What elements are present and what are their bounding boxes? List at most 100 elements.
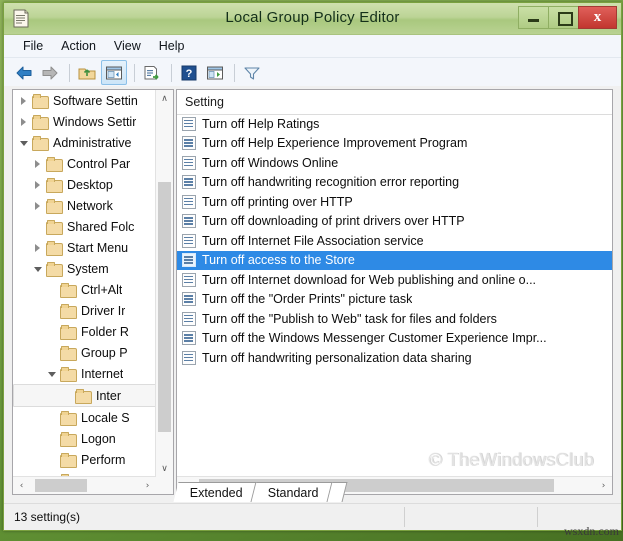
table-row[interactable]: Turn off Windows OnlineNot configured xyxy=(177,153,612,173)
tree-item[interactable]: Locale S xyxy=(13,407,156,428)
back-icon[interactable] xyxy=(12,61,36,84)
chevron-down-icon[interactable] xyxy=(45,363,60,384)
chevron-right-icon[interactable] xyxy=(31,237,46,258)
forward-icon[interactable] xyxy=(38,61,62,84)
folder-icon xyxy=(75,389,92,404)
tree-item[interactable]: Shared Folc xyxy=(13,216,156,237)
policy-setting-icon xyxy=(182,331,196,346)
tree-item-label: Administrative xyxy=(53,135,132,150)
table-row[interactable]: Turn off the Windows Messenger Customer … xyxy=(177,329,612,349)
show-hide-tree-icon[interactable] xyxy=(101,60,127,85)
maximize-icon xyxy=(558,12,573,26)
folder-icon xyxy=(60,367,77,382)
tree-item-label: Network xyxy=(67,198,113,213)
policy-tree-panel: Software Settin Windows Settir Administrat… xyxy=(12,89,174,495)
tree-item[interactable]: System xyxy=(13,258,156,279)
setting-name: Turn off the "Publish to Web" task for f… xyxy=(202,311,497,326)
content-area: Software Settin Windows Settir Administrat… xyxy=(4,86,621,503)
group-policy-editor-window: Local Group Policy Editor x File Action … xyxy=(3,2,622,531)
tree-item[interactable]: Driver Ir xyxy=(13,300,156,321)
folder-icon xyxy=(32,115,49,130)
tree-item[interactable]: Network xyxy=(13,195,156,216)
table-row[interactable]: Turn off printing over HTTPNot configure… xyxy=(177,192,612,212)
tree-item[interactable]: Ctrl+Alt xyxy=(13,279,156,300)
tree-item[interactable]: Software Settin xyxy=(13,90,156,111)
view-tabs: Extended Standard xyxy=(173,482,348,502)
toolbar-separator xyxy=(234,63,235,82)
scroll-up-icon[interactable]: ∧ xyxy=(156,90,173,107)
tree-item-label: Locale S xyxy=(81,410,130,425)
folder-icon xyxy=(46,241,63,256)
setting-name: Turn off printing over HTTP xyxy=(202,194,353,209)
chevron-right-icon[interactable] xyxy=(31,174,46,195)
filter-icon[interactable] xyxy=(240,61,264,84)
status-divider xyxy=(537,507,538,527)
table-row[interactable]: Turn off handwriting personalization dat… xyxy=(177,348,612,368)
table-row[interactable]: Turn off Help Experience Improvement Pro… xyxy=(177,134,612,154)
setting-name: Turn off access to the Store xyxy=(202,253,355,268)
chevron-down-glyph xyxy=(48,372,56,377)
column-header-setting[interactable]: Setting xyxy=(185,90,224,114)
properties-icon[interactable] xyxy=(203,61,227,84)
close-button[interactable]: x xyxy=(578,6,617,29)
tree-item[interactable]: Inter xyxy=(13,384,156,407)
tree-item[interactable]: Administrative xyxy=(13,132,156,153)
maximize-button[interactable] xyxy=(548,6,579,29)
policy-tree[interactable]: Software Settin Windows Settir Administrat… xyxy=(13,90,156,477)
help-icon[interactable]: ? xyxy=(177,61,201,84)
table-row[interactable]: Turn off downloading of print drivers ov… xyxy=(177,212,612,232)
menu-action[interactable]: Action xyxy=(52,37,105,55)
menu-file[interactable]: File xyxy=(14,37,52,55)
export-list-icon[interactable] xyxy=(140,61,164,84)
menu-view[interactable]: View xyxy=(105,37,150,55)
policy-setting-icon xyxy=(182,136,196,151)
source-watermark: wsxdn.com xyxy=(564,524,619,538)
chevron-down-glyph xyxy=(20,141,28,146)
table-row[interactable]: Turn off Help RatingsNot configured xyxy=(177,114,612,134)
table-row[interactable]: Turn off Internet download for Web publi… xyxy=(177,270,612,290)
scroll-right-icon[interactable]: › xyxy=(595,477,612,494)
table-row[interactable]: Turn off the "Publish to Web" task for f… xyxy=(177,309,612,329)
menu-help[interactable]: Help xyxy=(150,37,194,55)
tab-extended[interactable]: Extended xyxy=(173,482,257,502)
tree-item[interactable]: Control Par xyxy=(13,153,156,174)
tree-item-label: Ctrl+Alt xyxy=(81,282,123,297)
chevron-right-icon[interactable] xyxy=(17,111,32,132)
tree-horizontal-scrollbar[interactable]: ‹ › xyxy=(13,476,156,494)
folder-icon xyxy=(32,136,49,151)
tree-vertical-scrollbar[interactable]: ∧ ∨ xyxy=(155,90,173,477)
table-row[interactable]: Turn off Internet File Association servi… xyxy=(177,231,612,251)
scroll-down-icon[interactable]: ∨ xyxy=(156,460,173,477)
folder-icon xyxy=(46,220,63,235)
tree-item[interactable]: Group P xyxy=(13,342,156,363)
setting-name: Turn off handwriting recognition error r… xyxy=(202,175,460,190)
tree-vscroll-thumb[interactable] xyxy=(158,182,171,432)
tree-item-label: Software Settin xyxy=(53,93,138,108)
chevron-down-icon[interactable] xyxy=(17,132,32,153)
chevron-right-icon[interactable] xyxy=(31,153,46,174)
scroll-right-icon[interactable]: › xyxy=(139,477,156,494)
setting-name: Turn off the "Order Prints" picture task xyxy=(202,292,413,307)
up-folder-icon[interactable] xyxy=(75,61,99,84)
tree-item[interactable]: Internet xyxy=(13,363,156,384)
table-row[interactable]: Turn off access to the StoreNot configur… xyxy=(177,250,612,270)
table-row[interactable]: Turn off handwriting recognition error r… xyxy=(177,173,612,193)
chevron-right-icon[interactable] xyxy=(31,195,46,216)
tree-item[interactable]: Start Menu xyxy=(13,237,156,258)
tree-item[interactable]: Folder R xyxy=(13,321,156,342)
tree-hscroll-thumb[interactable] xyxy=(35,479,87,492)
chevron-right-icon[interactable] xyxy=(17,90,32,111)
tree-item-label: Internet xyxy=(81,366,124,381)
chevron-right-glyph xyxy=(21,118,26,126)
table-row[interactable]: Turn off the "Order Prints" picture task… xyxy=(177,290,612,310)
tree-item[interactable]: Perform xyxy=(13,449,156,470)
chevron-down-icon[interactable] xyxy=(31,258,46,279)
tree-item[interactable]: Desktop xyxy=(13,174,156,195)
folder-icon xyxy=(46,157,63,172)
minimize-button[interactable] xyxy=(518,6,549,29)
tree-item[interactable]: Windows Settir xyxy=(13,111,156,132)
tab-standard[interactable]: Standard xyxy=(251,482,333,502)
tree-indent-spacer xyxy=(45,407,60,428)
tree-item[interactable]: Logon xyxy=(13,428,156,449)
scroll-left-icon[interactable]: ‹ xyxy=(13,477,30,494)
